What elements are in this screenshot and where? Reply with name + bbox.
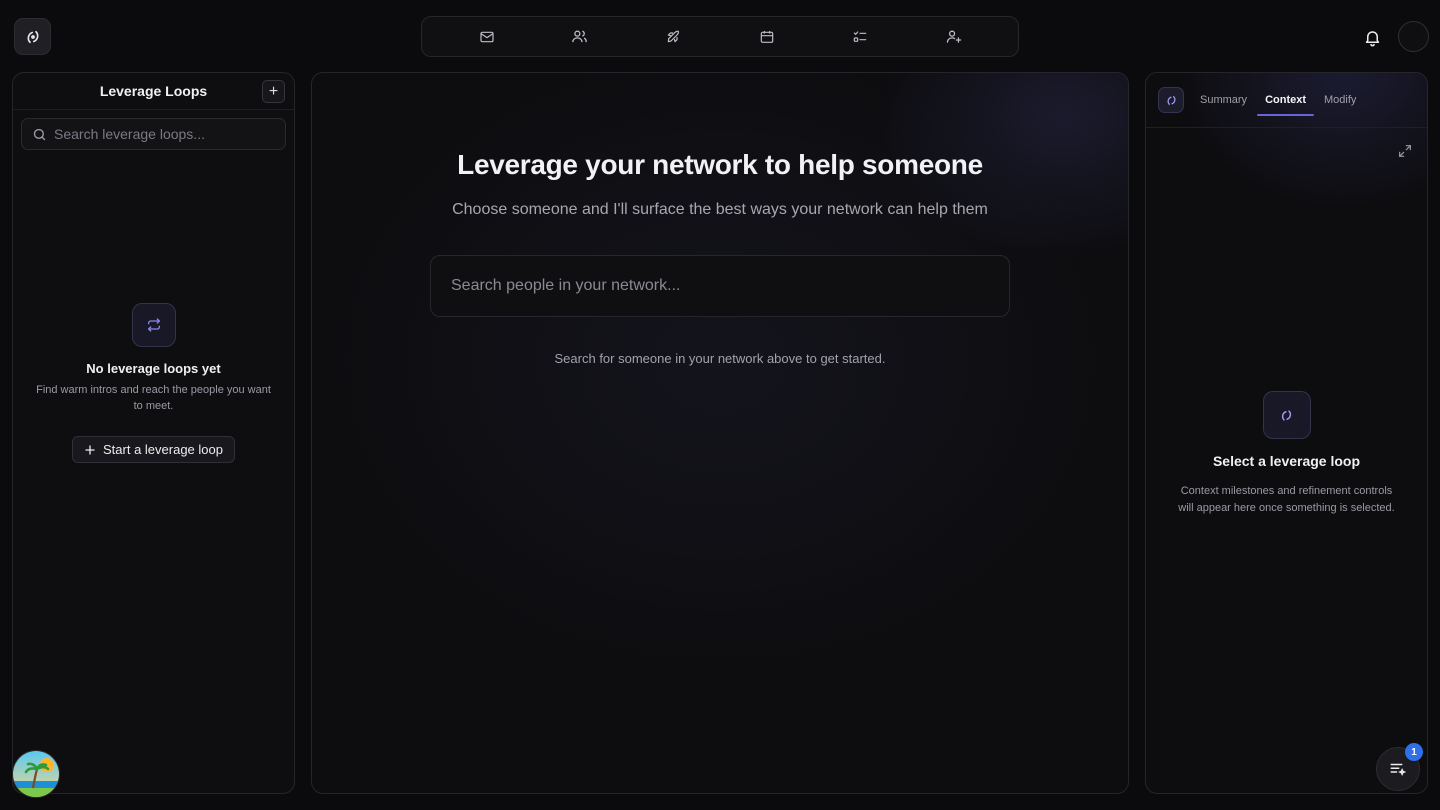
nav-add-contact[interactable] [933,22,973,52]
nav-mail[interactable] [467,22,507,52]
expand-icon [1399,145,1411,157]
context-empty-icon-box [1262,391,1311,439]
expand-button[interactable] [1397,143,1413,159]
repeat-icon [147,318,160,332]
network-help-panel: Leverage your network to help someone Ch… [311,72,1129,794]
add-leverage-loop-button[interactable]: + [262,80,285,103]
empty-state-icon-box [131,303,176,347]
people-search-input[interactable] [451,277,991,295]
leverage-loops-title: Leverage Loops [99,83,208,99]
user-plus-icon [946,30,962,43]
leverage-loops-search[interactable] [21,118,286,150]
bell-icon [1365,30,1379,46]
nav-launch[interactable] [653,22,693,52]
app-logo[interactable] [14,18,51,55]
start-leverage-loop-button[interactable]: Start a leverage loop [72,436,235,463]
page-subtitle: Choose someone and I'll surface the best… [452,201,988,218]
context-panel: Summary Context Modify Select a leverage… [1145,72,1428,794]
people-search[interactable] [430,255,1010,317]
nav-people[interactable] [560,22,600,52]
panel-logo [1158,87,1184,113]
rocket-icon [668,30,680,42]
search-hint: Search for someone in your network above… [554,351,886,366]
loop-logo-icon [27,30,38,43]
search-icon [33,128,46,140]
mail-icon [480,31,494,42]
top-nav [421,16,1019,57]
empty-state-title: No leverage loops yet [86,361,221,376]
empty-state-description: Find warm intros and reach the people yo… [36,384,271,412]
leverage-loops-panel: Leverage Loops + No leverage loops yet F… [12,72,295,794]
context-empty-title: Select a leverage loop [1212,453,1361,469]
start-leverage-loop-label: Start a leverage loop [103,442,223,457]
tab-summary[interactable]: Summary [1198,73,1249,128]
calendar-icon [760,30,773,43]
context-empty-state: Select a leverage loop Context milestone… [1146,391,1427,516]
user-avatar[interactable] [12,750,60,798]
nav-calendar[interactable] [747,22,787,52]
notification-count-badge: 1 [1405,743,1423,761]
loop-logo-icon [1167,95,1175,105]
context-empty-description: Context milestones and refinement contro… [1178,485,1395,514]
checklist-icon [853,30,867,42]
notifications-button[interactable] [1359,24,1385,50]
beach-avatar-icon [13,751,59,797]
leverage-loops-search-input[interactable] [54,126,274,142]
plus-icon: + [268,82,279,100]
context-panel-header: Summary Context Modify [1146,73,1427,128]
loop-logo-icon [1281,409,1292,421]
leverage-loops-empty-state: No leverage loops yet Find warm intros a… [13,303,294,463]
page-title: Leverage your network to help someone [457,149,983,180]
profile-menu-button[interactable] [1398,21,1429,52]
users-icon [572,30,588,43]
tab-modify[interactable]: Modify [1322,73,1358,128]
tab-context[interactable]: Context [1257,73,1314,128]
list-sparkle-icon [1390,763,1407,777]
nav-tasks[interactable] [840,22,880,52]
plus-icon [85,444,95,455]
leverage-loops-header: Leverage Loops + [13,73,294,110]
